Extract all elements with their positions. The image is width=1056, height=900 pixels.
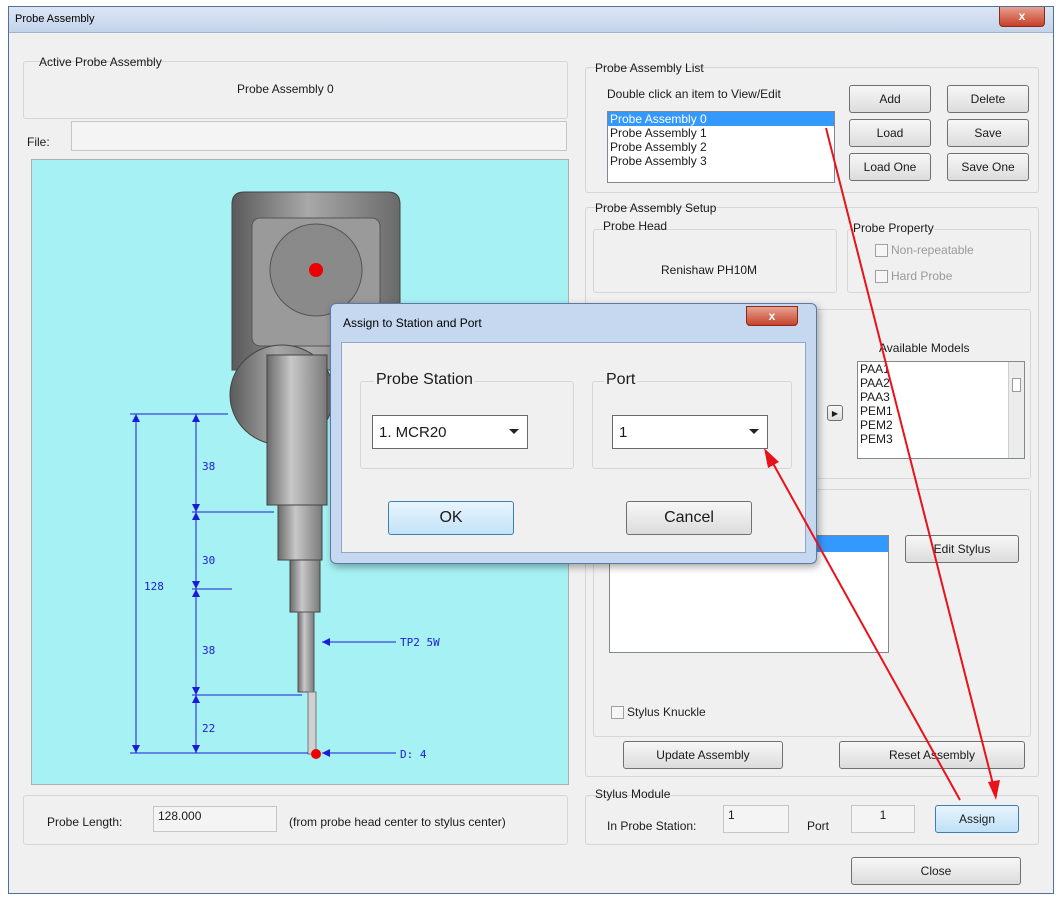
- arrow-head-assign: [988, 780, 1000, 800]
- arrow-list-to-assign: [825, 127, 997, 797]
- arrow-assign-to-port: [769, 457, 961, 801]
- arrow-head-port: [764, 448, 779, 468]
- annotation-arrows: [764, 127, 1000, 801]
